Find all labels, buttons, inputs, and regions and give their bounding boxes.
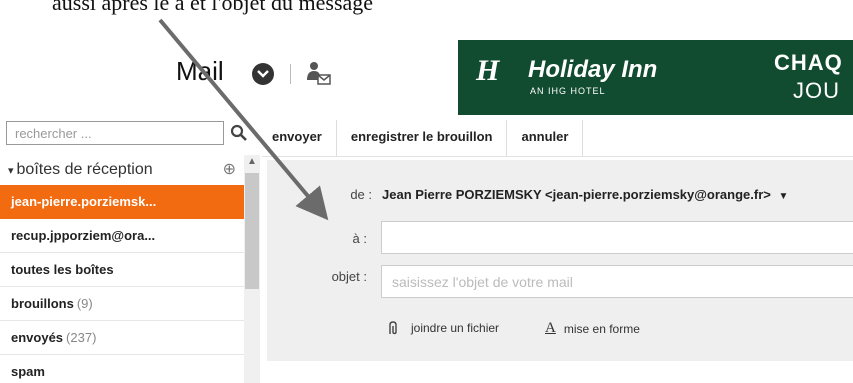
annotation-arrow	[158, 18, 329, 221]
